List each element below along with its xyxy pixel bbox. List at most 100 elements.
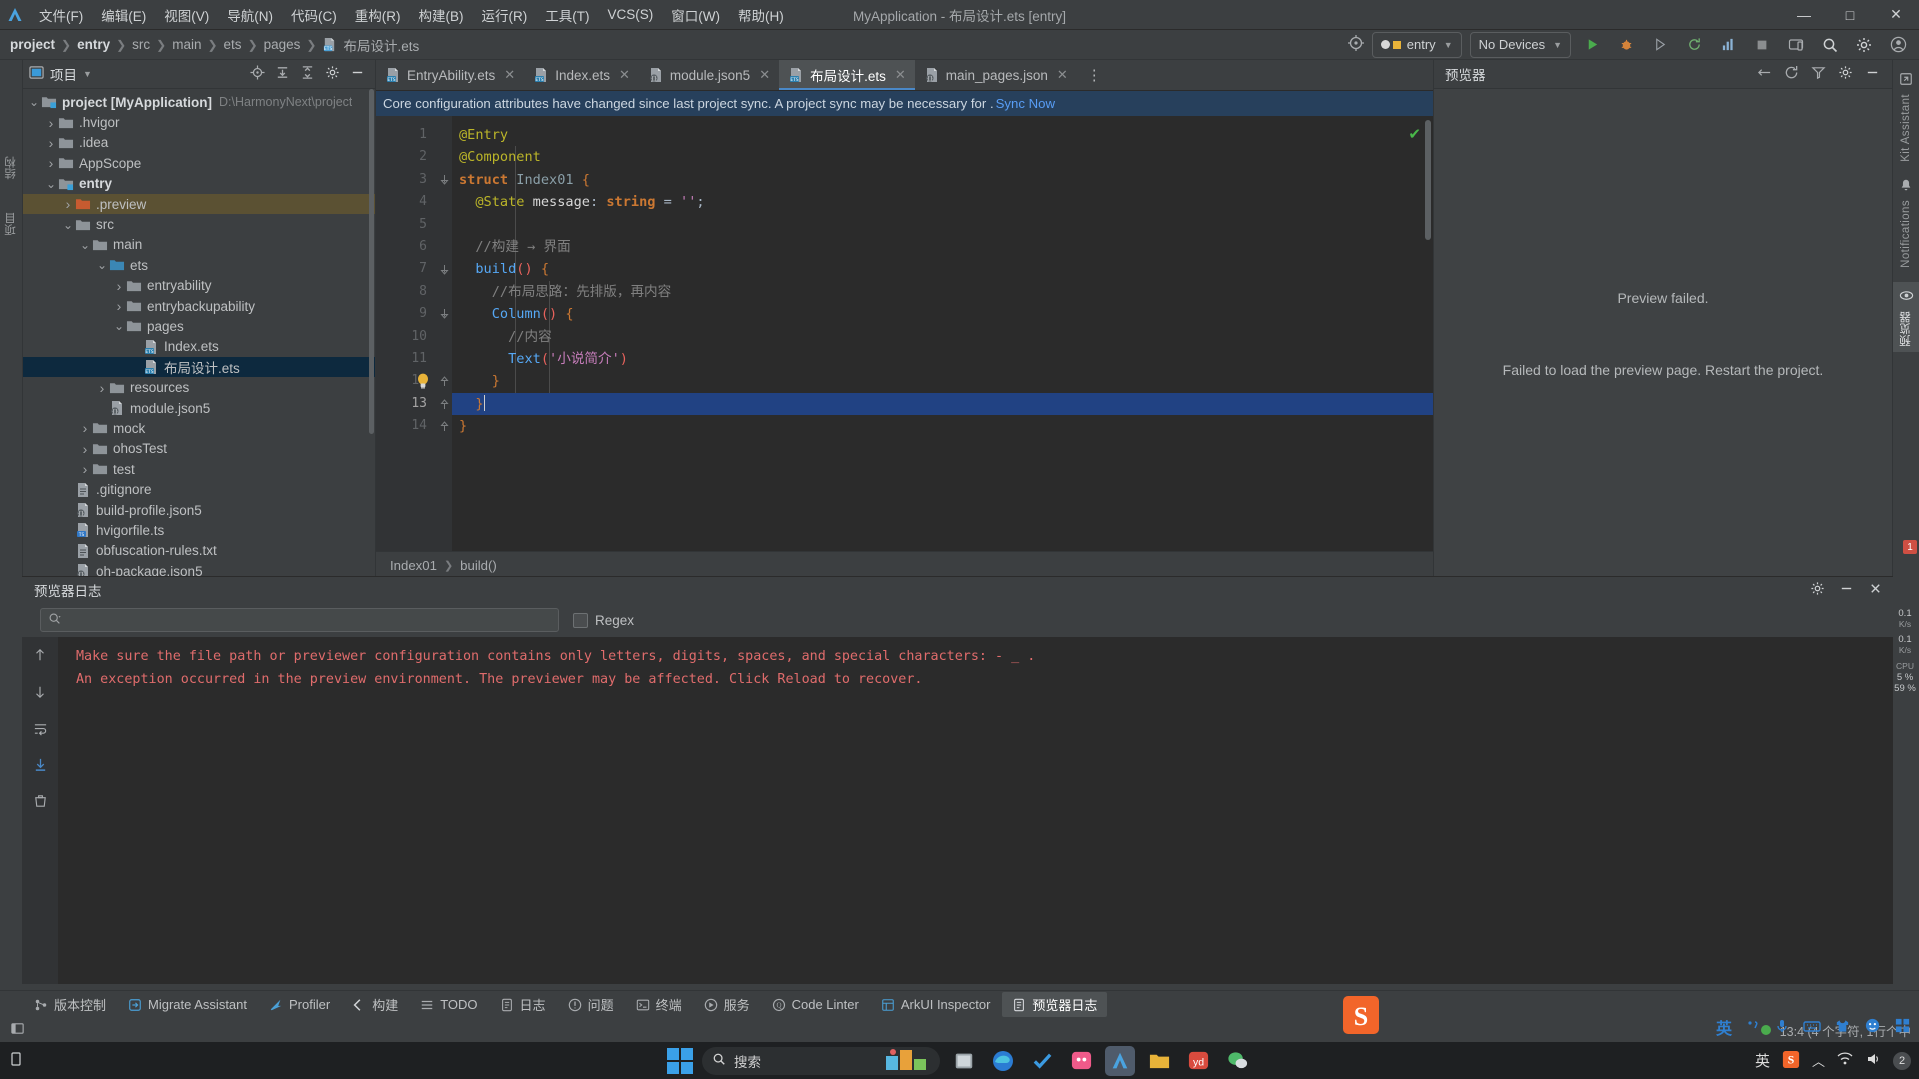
log-search-box[interactable] — [40, 608, 559, 632]
code-line[interactable]: //布局思路：先排版，再内容 — [452, 281, 1433, 303]
tool-tab-[interactable]: 服务 — [694, 992, 760, 1017]
reload-preview-icon[interactable] — [1784, 65, 1799, 83]
ime-more-icon[interactable] — [1894, 1017, 1911, 1037]
tree-item-.preview[interactable]: › .preview — [23, 193, 375, 215]
chevron-right-icon[interactable]: › — [44, 155, 58, 171]
tree-item-entrybackupability[interactable]: › entrybackupability — [23, 296, 375, 316]
breadcrumb-main[interactable]: main — [172, 37, 201, 52]
breadcrumb-ets[interactable]: ets — [224, 37, 242, 52]
close-log-panel-icon[interactable] — [1868, 581, 1883, 599]
fold-marker-icon[interactable] — [436, 370, 452, 392]
run-configuration-selector[interactable]: entry ▼ — [1371, 31, 1462, 58]
tree-item-obfuscation-rules.txt[interactable]: obfuscation-rules.txt — [23, 541, 375, 561]
scroll-to-end-icon[interactable] — [33, 757, 48, 775]
preview-settings-gear-icon[interactable] — [1838, 65, 1853, 83]
breadcrumb-src[interactable]: src — [132, 37, 150, 52]
tool-tab-[interactable]: 日志 — [490, 992, 556, 1017]
editor-tab-entryability.ets[interactable]: ETS EntryAbility.ets ✕ — [376, 60, 524, 90]
taskbar-app-youdao[interactable]: yd — [1183, 1046, 1213, 1076]
tree-item-.idea[interactable]: › .idea — [23, 133, 375, 153]
close-tab-icon[interactable]: ✕ — [1057, 67, 1068, 83]
taskbar-app-edge[interactable] — [988, 1046, 1018, 1076]
menu-help[interactable]: 帮助(H) — [729, 3, 793, 27]
tree-item-ets[interactable]: ⌄ ets — [23, 255, 375, 275]
tree-item-entryability[interactable]: › entryability — [23, 276, 375, 296]
menu-view[interactable]: 视图(V) — [155, 3, 218, 27]
chevron-right-icon[interactable]: › — [95, 380, 109, 396]
chevron-down-icon[interactable]: ⌄ — [27, 96, 41, 108]
menu-build[interactable]: 构建(B) — [410, 3, 473, 27]
menu-refactor[interactable]: 重构(R) — [346, 3, 410, 27]
tool-tab-[interactable]: 预览器日志 — [1002, 992, 1108, 1017]
chevron-right-icon[interactable]: › — [44, 115, 58, 131]
chevron-down-icon[interactable]: ⌄ — [112, 320, 126, 332]
tray-notification-badge[interactable]: 2 — [1893, 1051, 1911, 1070]
tool-tab-[interactable]: 构建 — [342, 992, 408, 1017]
notification-count-badge[interactable]: 1 — [1903, 540, 1917, 554]
run-button[interactable] — [1579, 34, 1605, 56]
close-tab-icon[interactable]: ✕ — [895, 67, 906, 83]
chevron-down-icon[interactable]: ⌄ — [61, 219, 75, 231]
taskbar-app-wechat[interactable] — [1222, 1046, 1252, 1076]
search-icon[interactable] — [1817, 34, 1843, 56]
rotate-icon[interactable] — [1757, 65, 1772, 83]
tool-tab-profiler[interactable]: Profiler — [259, 994, 340, 1015]
soft-wrap-icon[interactable] — [33, 721, 48, 739]
code-line[interactable]: @Component — [452, 146, 1433, 168]
taskbar-app-deveco[interactable] — [1105, 1045, 1135, 1076]
tool-tab-[interactable]: 版本控制 — [24, 992, 116, 1017]
tree-item-src[interactable]: ⌄ src — [23, 214, 375, 234]
chevron-right-icon[interactable]: › — [78, 461, 92, 477]
locate-file-icon[interactable] — [250, 65, 265, 83]
debug-button[interactable] — [1613, 34, 1639, 56]
intention-bulb-icon[interactable] — [416, 372, 430, 397]
tree-item-projectmyapplication[interactable]: ⌄ project [MyApplication] D:\HarmonyNext\p… — [23, 92, 375, 112]
ime-language-indicator[interactable]: 英 — [1716, 1015, 1732, 1039]
code-line[interactable]: struct Index01 { — [452, 169, 1433, 191]
clear-log-icon[interactable] — [33, 793, 48, 811]
right-strip-item-previewer[interactable]: 预览器 — [1893, 281, 1919, 353]
close-tab-icon[interactable]: ✕ — [504, 67, 515, 83]
chevron-down-icon[interactable]: ⌄ — [95, 259, 109, 271]
editor-scrollbar[interactable] — [1425, 120, 1431, 240]
menu-code[interactable]: 代码(C) — [282, 3, 346, 27]
menu-bar[interactable]: 文件(F) 编辑(E) 视图(V) 导航(N) 代码(C) 重构(R) 构建(B… — [30, 3, 793, 27]
taskbar-app-explorer2[interactable] — [949, 1046, 979, 1076]
breadcrumb-struct[interactable]: Index01 — [390, 558, 437, 573]
tree-item-.hvigor[interactable]: › .hvigor — [23, 112, 375, 132]
chevron-right-icon[interactable]: › — [78, 420, 92, 436]
log-settings-gear-icon[interactable] — [1810, 581, 1825, 599]
tool-tab-[interactable]: 终端 — [626, 992, 692, 1017]
code-line[interactable]: Column() { — [452, 303, 1433, 325]
expand-all-icon[interactable] — [275, 65, 290, 83]
project-file-tree[interactable]: ⌄ project [MyApplication] D:\HarmonyNext\p… — [23, 89, 375, 578]
tree-item-main[interactable]: ⌄ main — [23, 235, 375, 255]
hide-preview-icon[interactable] — [1865, 65, 1880, 83]
chevron-right-icon[interactable]: › — [112, 278, 126, 294]
fold-marker-icon[interactable] — [436, 415, 452, 437]
code-line[interactable]: @State message: string = ''; — [452, 191, 1433, 213]
scroll-up-icon[interactable] — [33, 647, 47, 666]
code-line[interactable]: } — [418, 370, 1433, 392]
menu-edit[interactable]: 编辑(E) — [92, 3, 155, 27]
tree-item-resources[interactable]: › resources — [23, 377, 375, 397]
scroll-down-icon[interactable] — [33, 684, 47, 703]
tree-item-module.json5[interactable]: {} module.json5 — [23, 398, 375, 418]
device-manager-icon[interactable] — [1783, 34, 1809, 56]
chevron-right-icon[interactable]: › — [78, 441, 92, 457]
regex-checkbox-row[interactable]: Regex — [573, 612, 634, 628]
account-icon[interactable] — [1885, 34, 1911, 56]
tool-tab-todo[interactable]: TODO — [410, 994, 487, 1015]
tool-tab-arkuiinspector[interactable]: ArkUI Inspector — [871, 994, 1001, 1015]
menu-navigate[interactable]: 导航(N) — [218, 3, 282, 27]
punctuation-icon[interactable] — [1745, 1018, 1761, 1037]
regex-checkbox[interactable] — [573, 612, 588, 628]
close-tab-icon[interactable]: ✕ — [759, 67, 770, 83]
fold-marker-icon[interactable] — [436, 169, 452, 191]
breadcrumb-project[interactable]: project — [10, 37, 55, 52]
tool-tab-codelinter[interactable]: Q Code Linter — [762, 994, 869, 1015]
menu-vcs[interactable]: VCS(S) — [599, 5, 663, 24]
fold-marker-icon[interactable] — [436, 258, 452, 280]
microphone-icon[interactable] — [1774, 1018, 1790, 1037]
tree-item-.ets[interactable]: ETS 布局设计.ets — [23, 357, 375, 378]
